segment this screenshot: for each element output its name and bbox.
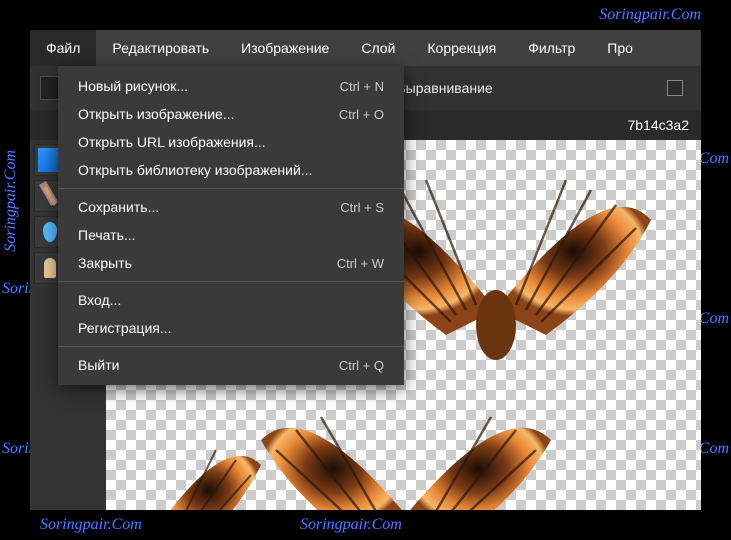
menu-image[interactable]: Изображение [225, 30, 345, 66]
menu-item--[interactable]: Регистрация... [58, 314, 404, 342]
menu-item--[interactable]: Печать... [58, 221, 404, 249]
menu-layer[interactable]: Слой [345, 30, 411, 66]
menu-file[interactable]: Файл [30, 30, 96, 66]
menu-item-label: Новый рисунок... [78, 78, 188, 94]
menu-item-shortcut: Ctrl + N [340, 79, 384, 94]
menu-item--[interactable]: Сохранить... Ctrl + S [58, 193, 404, 221]
menu-item-label: Открыть изображение... [78, 106, 235, 122]
file-menu-dropdown: Новый рисунок... Ctrl + N Открыть изображе… [58, 66, 404, 385]
menu-item-shortcut: Ctrl + S [340, 200, 384, 215]
menu-item--[interactable]: Открыть библиотеку изображений... [58, 156, 404, 184]
menu-item-label: Сохранить... [78, 199, 159, 215]
watermark: Soringpair.Com [300, 516, 402, 534]
watermark: Soringpair.Com [2, 150, 20, 252]
menu-item-label: Вход... [78, 292, 121, 308]
menu-separator [58, 346, 404, 347]
menu-item--[interactable]: Новый рисунок... Ctrl + N [58, 72, 404, 100]
blur-tool-icon [43, 222, 57, 242]
menu-filter[interactable]: Фильтр [512, 30, 591, 66]
menu-item-shortcut: Ctrl + O [339, 107, 384, 122]
canvas-image [106, 420, 266, 510]
menu-view[interactable]: Про [591, 30, 649, 66]
checkbox-2[interactable] [667, 80, 683, 96]
watermark: Soringpair.Com [599, 6, 701, 24]
menubar: Файл Редактировать Изображение Слой Корр… [30, 30, 701, 66]
menu-item--[interactable]: Выйти Ctrl + Q [58, 351, 404, 379]
app-window: Файл Редактировать Изображение Слой Корр… [30, 30, 701, 510]
menu-item-label: Открыть библиотеку изображений... [78, 162, 312, 178]
menu-item--url-[interactable]: Открыть URL изображения... [58, 128, 404, 156]
canvas-image [256, 385, 556, 510]
menu-item-label: Открыть URL изображения... [78, 134, 266, 150]
menu-adjustment[interactable]: Коррекция [411, 30, 512, 66]
menu-separator [58, 281, 404, 282]
menu-item--[interactable]: Вход... [58, 286, 404, 314]
menu-item-label: Печать... [78, 227, 136, 243]
menu-edit[interactable]: Редактировать [96, 30, 225, 66]
align-label: Выравнивание [396, 80, 492, 96]
menu-item-label: Регистрация... [78, 320, 172, 336]
menu-item-shortcut: Ctrl + W [337, 256, 384, 271]
menu-item--[interactable]: Закрыть Ctrl + W [58, 249, 404, 277]
menu-item-label: Закрыть [78, 255, 132, 271]
menu-item-label: Выйти [78, 357, 119, 373]
watermark: Soringpair.Com [40, 516, 142, 534]
menu-item-shortcut: Ctrl + Q [339, 358, 384, 373]
menu-separator [58, 188, 404, 189]
menu-item--[interactable]: Открыть изображение... Ctrl + O [58, 100, 404, 128]
brush-tool-icon [43, 186, 56, 205]
document-title: 7b14c3a2 [627, 117, 689, 133]
smudge-tool-icon [44, 258, 56, 278]
